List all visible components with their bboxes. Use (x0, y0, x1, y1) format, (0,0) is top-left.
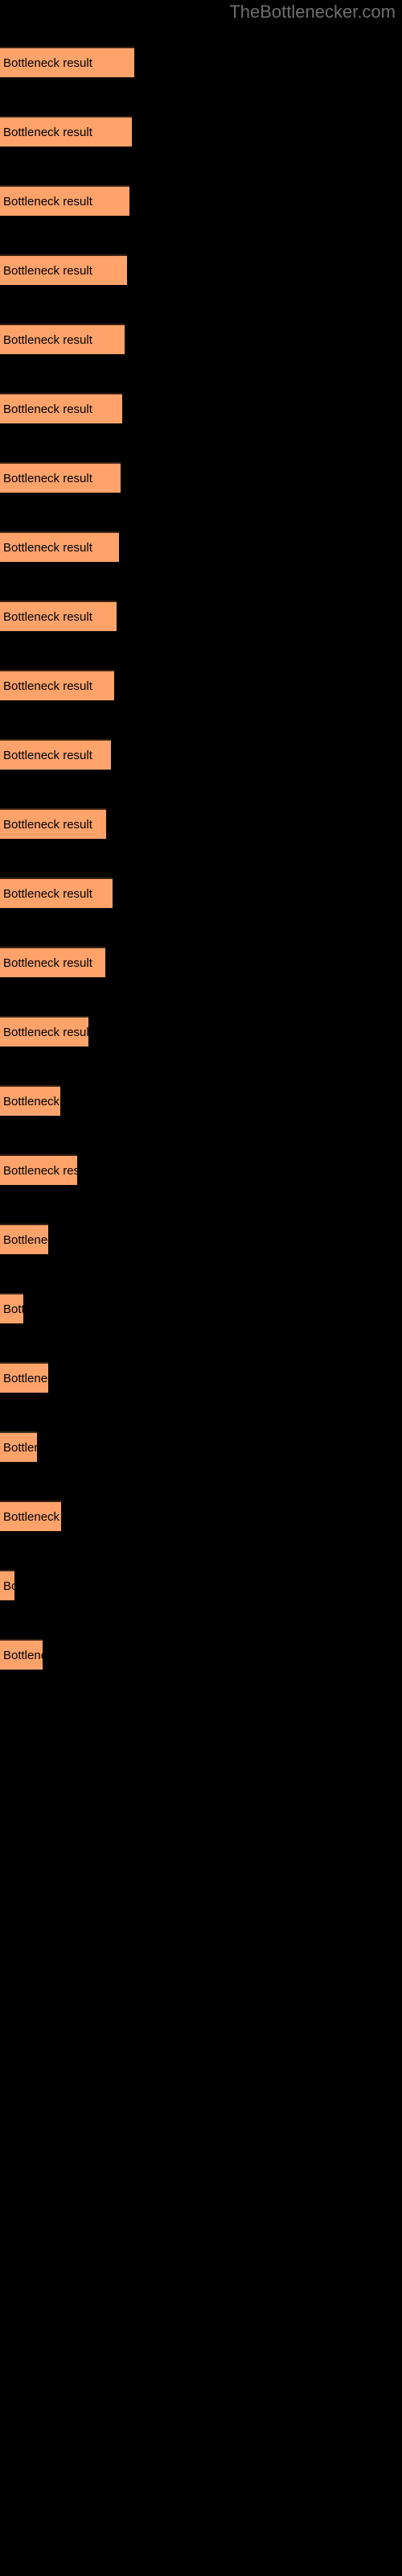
bar[interactable]: Bottleneck result (0, 185, 129, 216)
bar-label: Bottleneck result (3, 1579, 14, 1593)
bar-label: Bottleneck result (3, 195, 92, 208)
bar[interactable]: Bottleneck result (0, 254, 127, 285)
bar[interactable]: Bottleneck result (0, 1501, 61, 1531)
bar-label: Bottleneck result (3, 1302, 23, 1316)
bar[interactable]: Bottleneck result (0, 1293, 23, 1323)
bar-label: Bottleneck result (3, 1649, 43, 1662)
bar-label: Bottleneck result (3, 56, 92, 70)
bar-label: Bottleneck result (3, 541, 92, 555)
bar[interactable]: Bottleneck result (0, 1639, 43, 1670)
bar-label: Bottleneck result (3, 1095, 60, 1108)
bar[interactable]: Bottleneck result (0, 601, 117, 631)
bar[interactable]: Bottleneck result (0, 531, 119, 562)
bar[interactable]: Bottleneck result (0, 877, 113, 908)
bar-label: Bottleneck result (3, 264, 92, 278)
bar-label: Bottleneck result (3, 749, 92, 762)
bottleneck-bar-chart: Bottleneck result Bottleneck result Bottle… (0, 0, 402, 2576)
bar[interactable]: Bottleneck result (0, 1085, 60, 1116)
bar-label: Bottleneck result (3, 1026, 88, 1039)
bar-label: Bottleneck result (3, 1510, 61, 1524)
bar[interactable]: Bottleneck result (0, 1362, 48, 1393)
bar[interactable]: Bottleneck result (0, 1016, 88, 1046)
bar-label: Bottleneck result (3, 1233, 48, 1247)
bar[interactable]: Bottleneck result (0, 47, 134, 77)
bar[interactable]: Bottleneck result (0, 739, 111, 770)
bar-label: Bottleneck result (3, 333, 92, 347)
bar-label: Bottleneck result (3, 1164, 77, 1178)
bar[interactable]: Bottleneck result (0, 116, 132, 147)
bar[interactable]: Bottleneck result (0, 808, 106, 839)
bar[interactable]: Bottleneck result (0, 1224, 48, 1254)
bar-label: Bottleneck result (3, 472, 92, 485)
bar[interactable]: Bottleneck result (0, 393, 122, 423)
bar[interactable]: Bottleneck result (0, 324, 125, 354)
bar-label: Bottleneck result (3, 1441, 37, 1455)
bar[interactable]: Bottleneck result (0, 1431, 37, 1462)
bar-label: Bottleneck result (3, 887, 92, 901)
bar-label: Bottleneck result (3, 402, 92, 416)
bar[interactable]: Bottleneck result (0, 1154, 77, 1185)
bar[interactable]: Bottleneck result (0, 1570, 14, 1600)
bar-label: Bottleneck result (3, 818, 92, 832)
bar[interactable]: Bottleneck result (0, 462, 121, 493)
bar-label: Bottleneck result (3, 956, 92, 970)
bar[interactable]: Bottleneck result (0, 670, 114, 700)
bar-label: Bottleneck result (3, 679, 92, 693)
bar[interactable]: Bottleneck result (0, 947, 105, 977)
bar-label: Bottleneck result (3, 1372, 48, 1385)
bar-label: Bottleneck result (3, 126, 92, 139)
bar-label: Bottleneck result (3, 610, 92, 624)
